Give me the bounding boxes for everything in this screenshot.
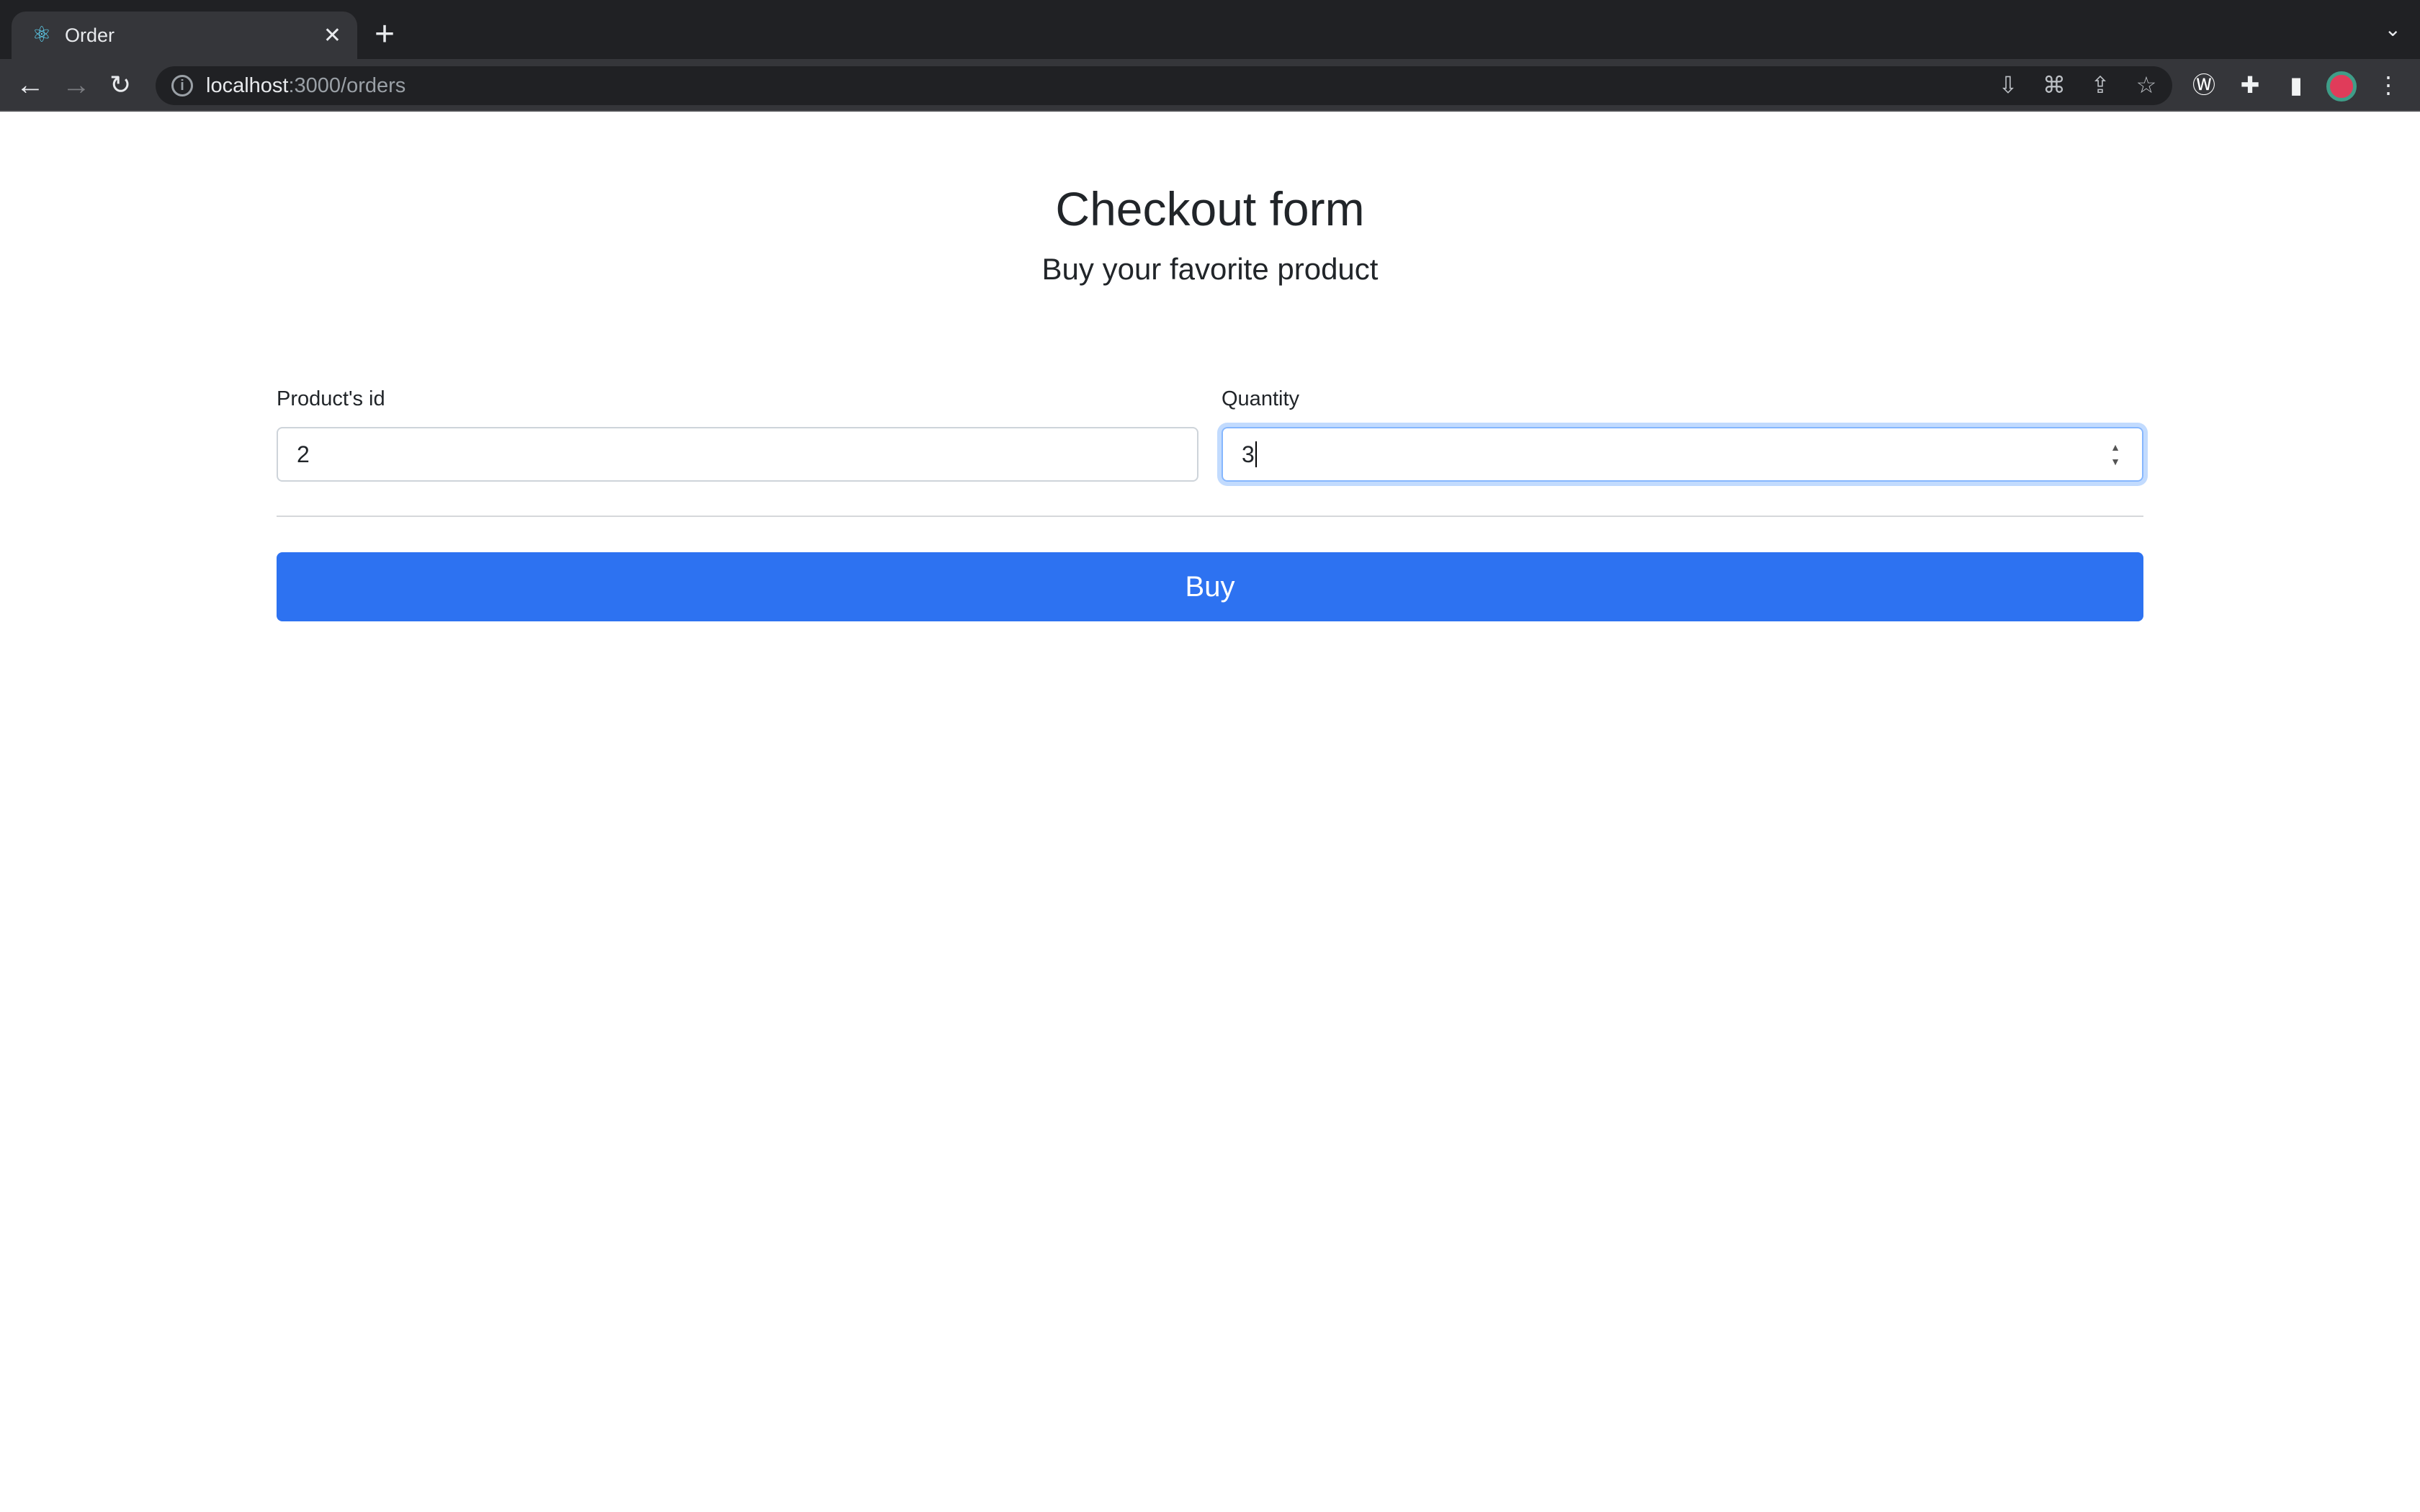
divider bbox=[277, 516, 2143, 517]
new-tab-icon[interactable]: + bbox=[375, 13, 395, 56]
install-icon[interactable]: ⇩ bbox=[1992, 71, 2024, 99]
address-bar[interactable]: i localhost:3000/orders bbox=[156, 66, 2172, 105]
side-panel-icon[interactable]: ▮ bbox=[2280, 71, 2312, 99]
chevron-down-icon[interactable]: ⌄ bbox=[2385, 17, 2401, 41]
tab-strip: ⚛ Order ✕ + ⌄ bbox=[0, 0, 2420, 59]
url-host: localhost bbox=[206, 73, 289, 97]
browser-toolbar: ← → ↻ i localhost:3000/orders ⇩ ⌘ ⇪ ☆ Ⓦ … bbox=[0, 59, 2420, 112]
product-id-value: 2 bbox=[297, 441, 310, 467]
profile-avatar[interactable] bbox=[2326, 71, 2357, 102]
extensions-puzzle-icon[interactable]: ✚ bbox=[2234, 71, 2266, 99]
menu-dots-icon[interactable]: ⋮ bbox=[2372, 71, 2404, 99]
info-icon[interactable]: i bbox=[171, 75, 193, 96]
quantity-label: Quantity bbox=[1222, 387, 1299, 410]
back-icon[interactable]: ← bbox=[16, 69, 45, 101]
product-id-input[interactable]: 2 bbox=[277, 427, 1198, 482]
tab-title: Order bbox=[65, 24, 115, 46]
bookmark-star-icon[interactable]: ☆ bbox=[2130, 71, 2162, 99]
text-caret bbox=[1255, 441, 1257, 467]
react-icon: ⚛ bbox=[32, 23, 52, 47]
page-title: Checkout form bbox=[1055, 182, 1365, 235]
quantity-value: 3 bbox=[1242, 441, 1255, 467]
close-tab-icon[interactable]: ✕ bbox=[323, 23, 341, 48]
browser-tab[interactable]: ⚛ Order ✕ bbox=[12, 12, 357, 59]
page-subtitle: Buy your favorite product bbox=[1041, 252, 1379, 286]
buy-button[interactable]: Buy bbox=[277, 552, 2143, 621]
product-id-label: Product's id bbox=[277, 387, 385, 410]
extension-w-icon[interactable]: Ⓦ bbox=[2188, 71, 2220, 99]
translate-icon[interactable]: ⌘ bbox=[2038, 71, 2070, 99]
quantity-stepper[interactable]: ▲ ▼ bbox=[2110, 440, 2120, 469]
share-icon[interactable]: ⇪ bbox=[2084, 71, 2116, 99]
url-path: :3000/orders bbox=[288, 73, 406, 97]
forward-icon[interactable]: → bbox=[62, 69, 91, 101]
reload-icon[interactable]: ↻ bbox=[109, 69, 131, 101]
quantity-input[interactable]: 3 ▲ ▼ bbox=[1222, 427, 2143, 482]
